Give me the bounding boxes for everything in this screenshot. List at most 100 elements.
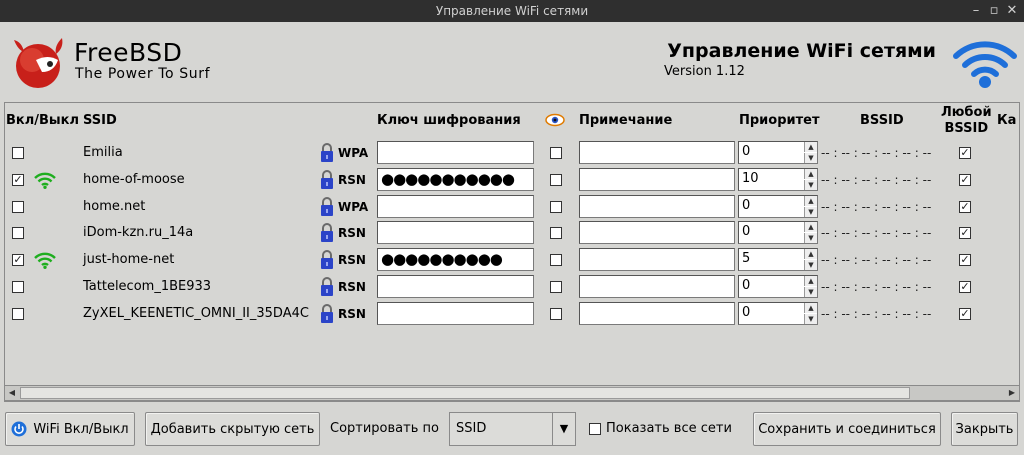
key-input[interactable]	[377, 275, 534, 298]
show-key-checkbox[interactable]	[550, 254, 562, 267]
show-key-checkbox[interactable]	[550, 147, 562, 159]
priority-spinbox[interactable]: 0 ▲ ▼	[738, 221, 818, 245]
note-input[interactable]	[579, 194, 735, 218]
sort-select[interactable]: SSID ▼	[449, 412, 576, 446]
spin-up-icon[interactable]: ▲	[804, 302, 817, 313]
spin-up-icon[interactable]: ▲	[804, 276, 817, 286]
bssid-value: -- : -- : -- : -- : -- : --	[821, 146, 932, 160]
add-hidden-network-button[interactable]: Добавить скрытую сеть	[145, 412, 320, 446]
spin-up-icon[interactable]: ▲	[804, 222, 817, 233]
priority-spinbox[interactable]: 5 ▲ ▼	[738, 248, 818, 272]
spin-up-icon[interactable]: ▲	[804, 249, 817, 260]
ssid-label: home.net	[83, 198, 146, 214]
key-input[interactable]: ●●●●●●●●●●	[377, 248, 534, 272]
logo-name: FreeBSD	[74, 38, 183, 67]
security-type: RSN	[338, 172, 366, 187]
close-button[interactable]: Закрыть	[951, 412, 1018, 446]
col-priority-header: Приоритет	[739, 113, 820, 128]
lock-icon	[320, 142, 334, 163]
lock-icon	[320, 249, 334, 270]
note-input[interactable]	[579, 141, 735, 164]
show-key-checkbox[interactable]	[550, 307, 562, 320]
network-row: ✓ home-of-moose RSN ●●●●●●●●●●● 10 ▲ ▼ -- : -- …	[5, 167, 1019, 193]
enable-checkbox[interactable]: ✓	[12, 254, 24, 267]
spin-down-icon[interactable]: ▼	[804, 179, 817, 190]
priority-spinbox[interactable]: 0 ▲ ▼	[738, 275, 818, 298]
show-key-checkbox[interactable]	[550, 281, 562, 293]
close-window-icon[interactable]: ✕	[1004, 3, 1020, 19]
any-bssid-checkbox[interactable]: ✓	[959, 173, 971, 186]
spin-up-icon[interactable]: ▲	[804, 168, 817, 179]
network-row: ZyXEL_KEENETIC_OMNI_II_35DA4C RSN 0 ▲ ▼ -- : …	[5, 301, 1019, 327]
any-bssid-checkbox[interactable]: ✓	[959, 200, 971, 213]
freebsd-logo-icon	[14, 38, 63, 88]
note-input[interactable]	[579, 301, 735, 325]
any-bssid-checkbox[interactable]: ✓	[959, 281, 971, 293]
priority-value: 5	[742, 251, 751, 267]
enable-checkbox[interactable]	[12, 147, 24, 159]
priority-spinbox[interactable]: 0 ▲ ▼	[738, 194, 818, 218]
scroll-left-icon[interactable]: ◀	[5, 386, 19, 400]
ssid-label: iDom-kzn.ru_14a	[83, 225, 194, 241]
priority-spinbox[interactable]: 0 ▲ ▼	[738, 141, 818, 164]
col-ssid-header: SSID	[83, 113, 117, 128]
ssid-label: Tattelecom_1BE933	[83, 279, 212, 294]
col-note-header: Примечание	[579, 113, 673, 128]
chevron-down-icon[interactable]: ▼	[552, 413, 575, 445]
key-input[interactable]	[377, 221, 534, 245]
maximize-icon[interactable]: ▫	[986, 3, 1002, 19]
key-input[interactable]	[377, 194, 534, 218]
priority-spinbox[interactable]: 10 ▲ ▼	[738, 167, 818, 191]
show-key-checkbox[interactable]	[550, 227, 562, 240]
security-type: WPA	[338, 146, 369, 160]
app-header: FreeBSD The Power To Surf Управление WiF…	[0, 22, 1024, 102]
any-bssid-checkbox[interactable]: ✓	[959, 147, 971, 159]
note-input[interactable]	[579, 221, 735, 245]
key-input[interactable]	[377, 141, 534, 164]
bssid-value: -- : -- : -- : -- : -- : --	[821, 199, 932, 214]
spin-down-icon[interactable]: ▼	[804, 313, 817, 324]
priority-spinbox[interactable]: 0 ▲ ▼	[738, 301, 818, 325]
ssid-label: home-of-moose	[83, 171, 185, 187]
spin-up-icon[interactable]: ▲	[804, 142, 817, 152]
any-bssid-checkbox[interactable]: ✓	[959, 227, 971, 240]
enable-checkbox[interactable]	[12, 307, 24, 320]
col-cut-header: Ка	[997, 113, 1017, 128]
priority-value: 0	[742, 224, 751, 240]
any-bssid-checkbox[interactable]: ✓	[959, 307, 971, 320]
horizontal-scrollbar[interactable]: ◀ ▶	[4, 385, 1020, 401]
spin-down-icon[interactable]: ▼	[804, 287, 817, 297]
enable-checkbox[interactable]: ✓	[12, 173, 24, 186]
spin-down-icon[interactable]: ▼	[804, 153, 817, 163]
ssid-label: just-home-net	[83, 252, 175, 268]
minimize-icon[interactable]: –	[968, 3, 984, 19]
enable-checkbox[interactable]	[12, 227, 24, 240]
spin-up-icon[interactable]: ▲	[804, 195, 817, 206]
lock-icon	[320, 196, 334, 217]
priority-value: 0	[742, 144, 751, 159]
spin-down-icon[interactable]: ▼	[804, 260, 817, 271]
show-key-checkbox[interactable]	[550, 173, 562, 186]
lock-icon	[320, 222, 334, 243]
enable-checkbox[interactable]	[12, 200, 24, 213]
key-input[interactable]: ●●●●●●●●●●●	[377, 167, 534, 191]
key-input[interactable]	[377, 301, 534, 325]
scrollbar-thumb[interactable]	[20, 387, 910, 399]
spin-down-icon[interactable]: ▼	[804, 206, 817, 217]
scroll-right-icon[interactable]: ▶	[1005, 386, 1019, 400]
note-input[interactable]	[579, 275, 735, 298]
sort-label: Сортировать по	[330, 421, 439, 436]
show-key-checkbox[interactable]	[550, 200, 562, 213]
col-any-bssid-line1: Любой	[941, 105, 992, 120]
note-input[interactable]	[579, 167, 735, 191]
wifi-toggle-button[interactable]: WiFi Вкл/Выкл	[5, 412, 135, 446]
spin-down-icon[interactable]: ▼	[804, 233, 817, 244]
security-type: WPA	[338, 199, 369, 214]
show-all-checkbox[interactable]	[589, 423, 601, 435]
note-input[interactable]	[579, 248, 735, 272]
enable-checkbox[interactable]	[12, 281, 24, 293]
any-bssid-checkbox[interactable]: ✓	[959, 254, 971, 267]
priority-value: 0	[742, 304, 751, 320]
col-enable-header: Вкл/Выкл	[6, 113, 80, 128]
save-connect-button[interactable]: Сохранить и соединиться	[753, 412, 941, 446]
